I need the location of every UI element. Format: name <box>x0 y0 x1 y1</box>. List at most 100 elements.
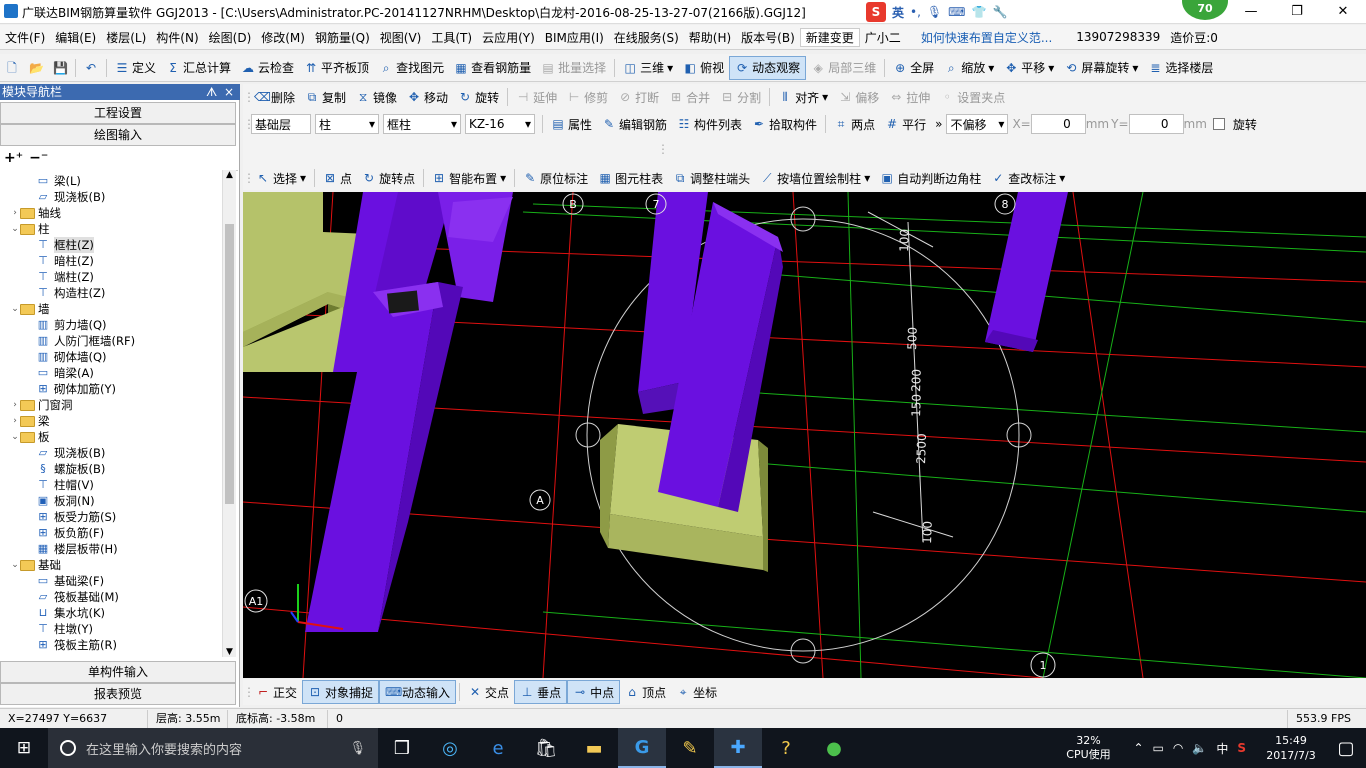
trim-button[interactable]: ⊢ 修剪 <box>562 85 613 109</box>
task-view-button[interactable]: ❒ <box>378 728 426 768</box>
tree-item[interactable]: ⊤ 柱帽(V) <box>0 477 94 493</box>
perpendicular-toggle[interactable]: ⊥ 垂点 <box>514 680 568 704</box>
menu-view[interactable]: 视图(V) <box>375 29 427 46</box>
component-select[interactable]: KZ-16 ▾ <box>465 114 535 134</box>
taskbar-app-ggj[interactable]: ✚ <box>714 728 762 768</box>
taskbar-app-notes[interactable]: ✎ <box>666 728 714 768</box>
scroll-up-icon[interactable]: ▲ <box>223 170 236 184</box>
split-button[interactable]: ⊟ 分割 <box>715 85 766 109</box>
point-button[interactable]: ⊠ 点 <box>318 166 357 190</box>
tree-item[interactable]: ▥ 人防门框墙(RF) <box>0 333 135 349</box>
mirror-button[interactable]: ⧖ 镜像 <box>351 85 402 109</box>
menu-online[interactable]: 在线服务(S) <box>609 29 684 46</box>
maximize-button[interactable]: ❐ <box>1274 0 1320 24</box>
wifi-icon[interactable]: ◠ <box>1173 741 1183 755</box>
move-button[interactable]: ✥ 移动 <box>402 85 453 109</box>
3d-viewport[interactable]: B 7 8 A A1 1 100 500 150 200 2500 100 <box>243 192 1366 678</box>
tree-scrollbar[interactable]: ▲ ▼ <box>222 170 236 657</box>
single-component-input-button[interactable]: 单构件输入 <box>0 661 236 683</box>
cpu-meter[interactable]: 32% CPU使用 <box>1053 734 1123 762</box>
ime-indicator[interactable]: 中 <box>1216 740 1228 757</box>
menu-component[interactable]: 构件(N) <box>151 29 203 46</box>
taskbar-app-edge[interactable]: e <box>474 728 522 768</box>
screen-rotate-button[interactable]: ⟲ 屏幕旋转 ▾ <box>1059 56 1143 80</box>
stretch-button[interactable]: ⇔ 拉伸 <box>884 85 935 109</box>
menu-file[interactable]: 文件(F) <box>0 29 50 46</box>
tree-item[interactable]: ▭ 梁(L) <box>0 173 81 189</box>
expand-arrow-icon[interactable]: › <box>10 205 20 221</box>
tree-item[interactable]: ⌄ 墙 <box>0 301 49 317</box>
start-button[interactable]: ⊞ <box>0 728 48 768</box>
tree-item[interactable]: ▱ 现浇板(B) <box>0 189 106 205</box>
auto-corner-column-button[interactable]: ▣ 自动判断边角柱 <box>875 166 986 190</box>
tree-item[interactable]: ⊞ 砌体加筋(Y) <box>0 381 116 397</box>
tree-item[interactable]: ▭ 暗梁(A) <box>0 365 94 381</box>
extend-button[interactable]: ⊣ 延伸 <box>511 85 562 109</box>
undo-button[interactable]: ↶ <box>79 56 103 80</box>
parallel-button[interactable]: # 平行 <box>880 112 931 136</box>
column-table-button[interactable]: ▦ 图元柱表 <box>593 166 668 190</box>
rotate-point-button[interactable]: ↻ 旋转点 <box>357 166 420 190</box>
pan-button[interactable]: ✥ 平移 ▾ <box>999 56 1059 80</box>
tree-item[interactable]: ⊞ 板负筋(F) <box>0 525 104 541</box>
rotate-checkbox[interactable] <box>1212 118 1225 130</box>
select-floor-button[interactable]: ≣ 选择楼层 <box>1143 56 1218 80</box>
tree-item[interactable]: ⊞ 板受力筋(S) <box>0 509 116 525</box>
find-element-button[interactable]: ⌕ 查找图元 <box>374 56 449 80</box>
open-file-button[interactable]: 📂 <box>24 56 48 80</box>
select-button[interactable]: ↖ 选择 ▾ <box>251 166 311 190</box>
intersection-toggle[interactable]: ✕ 交点 <box>463 680 514 704</box>
summary-calc-button[interactable]: Σ 汇总计算 <box>161 56 236 80</box>
zoom-button[interactable]: ⌕ 缩放 ▾ <box>939 56 999 80</box>
menu-modify[interactable]: 修改(M) <box>256 29 310 46</box>
cost-beans[interactable]: 造价豆:0 <box>1165 29 1223 46</box>
set-grip-button[interactable]: ◦ 设置夹点 <box>935 85 1010 109</box>
minimize-button[interactable]: — <box>1228 0 1274 24</box>
taskbar-search[interactable]: 在这里输入你要搜索的内容 🎙 <box>48 728 378 768</box>
menu-edit[interactable]: 编辑(E) <box>50 29 101 46</box>
break-button[interactable]: ⊘ 打断 <box>613 85 664 109</box>
mic-icon[interactable]: 🎙 <box>349 741 366 756</box>
tree-item[interactable]: ⊤ 构造柱(Z) <box>0 285 105 301</box>
menu-new-change[interactable]: 新建变更 <box>799 27 860 47</box>
punct-icon[interactable]: •, <box>910 5 921 19</box>
tree-item[interactable]: ⊔ 集水坑(K) <box>0 605 105 621</box>
vertex-toggle[interactable]: ⌂ 顶点 <box>620 680 671 704</box>
taskbar-app-store[interactable]: 🛍 <box>522 728 570 768</box>
tree-item[interactable]: ⊤ 暗柱(Z) <box>0 253 94 269</box>
tools-icon[interactable]: 🔧 <box>992 5 1007 19</box>
taskbar-app-glodon[interactable]: G <box>618 728 666 768</box>
close-icon[interactable]: × <box>224 84 234 100</box>
tree-item[interactable]: ▦ 楼层板带(H) <box>0 541 118 557</box>
collapse-arrow-icon[interactable]: ⌄ <box>10 557 20 573</box>
category-select[interactable]: 柱 ▾ <box>315 114 379 134</box>
close-button[interactable]: ✕ <box>1320 0 1366 24</box>
tree-item[interactable]: ▭ 基础梁(F) <box>0 573 104 589</box>
view-rebar-qty-button[interactable]: ▦ 查看钢筋量 <box>449 56 536 80</box>
sogou-tray-icon[interactable]: S <box>1237 741 1246 755</box>
scroll-down-icon[interactable]: ▼ <box>223 647 236 657</box>
merge-button[interactable]: ⊞ 合并 <box>664 85 715 109</box>
menu-version[interactable]: 版本号(B) <box>736 29 800 46</box>
pick-component-button[interactable]: ✒ 拾取构件 <box>747 112 822 136</box>
copy-button[interactable]: ⧉ 复制 <box>300 85 351 109</box>
in-place-annotation-button[interactable]: ✎ 原位标注 <box>518 166 593 190</box>
tree-item[interactable]: ⌄ 基础 <box>0 557 61 573</box>
tree-item[interactable]: ⊤ 端柱(Z) <box>0 269 94 285</box>
report-preview-button[interactable]: 报表预览 <box>0 683 236 705</box>
taskbar-app-help[interactable]: ? <box>762 728 810 768</box>
mic-icon[interactable]: 🎙 <box>927 5 942 19</box>
taskbar-app-explorer[interactable]: ▬ <box>570 728 618 768</box>
object-snap-toggle[interactable]: ⊡ 对象捕捉 <box>302 680 380 704</box>
tree-item[interactable]: ▥ 剪力墙(Q) <box>0 317 107 333</box>
tree-item[interactable]: › 门窗洞 <box>0 397 72 413</box>
tree-item[interactable]: ▥ 砌体墙(Q) <box>0 349 107 365</box>
smart-layout-button[interactable]: ⊞ 智能布置 ▾ <box>427 166 511 190</box>
define-button[interactable]: ☰ 定义 <box>110 56 161 80</box>
type-select[interactable]: 框柱 ▾ <box>383 114 461 134</box>
collapse-all-icon[interactable]: −⁻ <box>29 150 48 170</box>
menu-help[interactable]: 帮助(H) <box>684 29 736 46</box>
save-button[interactable]: 💾 <box>48 56 72 80</box>
local-3d-button[interactable]: ◈ 局部三维 <box>806 56 881 80</box>
notification-button[interactable]: ▢ <box>1326 728 1366 768</box>
